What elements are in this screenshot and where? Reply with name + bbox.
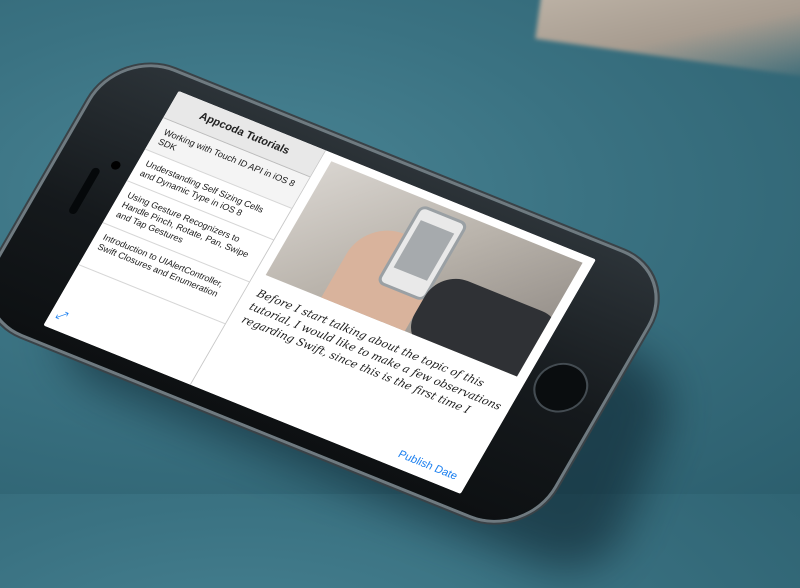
background-wall — [535, 0, 800, 81]
front-camera — [109, 159, 123, 171]
photo-phone-screen — [393, 220, 455, 281]
publish-date-button[interactable]: Publish Date — [396, 449, 460, 483]
earpiece-speaker — [67, 166, 102, 216]
expand-arrows-icon[interactable]: ⤢ — [53, 307, 70, 325]
device-screen: Appcoda Tutorials Working with Touch ID … — [43, 90, 596, 494]
